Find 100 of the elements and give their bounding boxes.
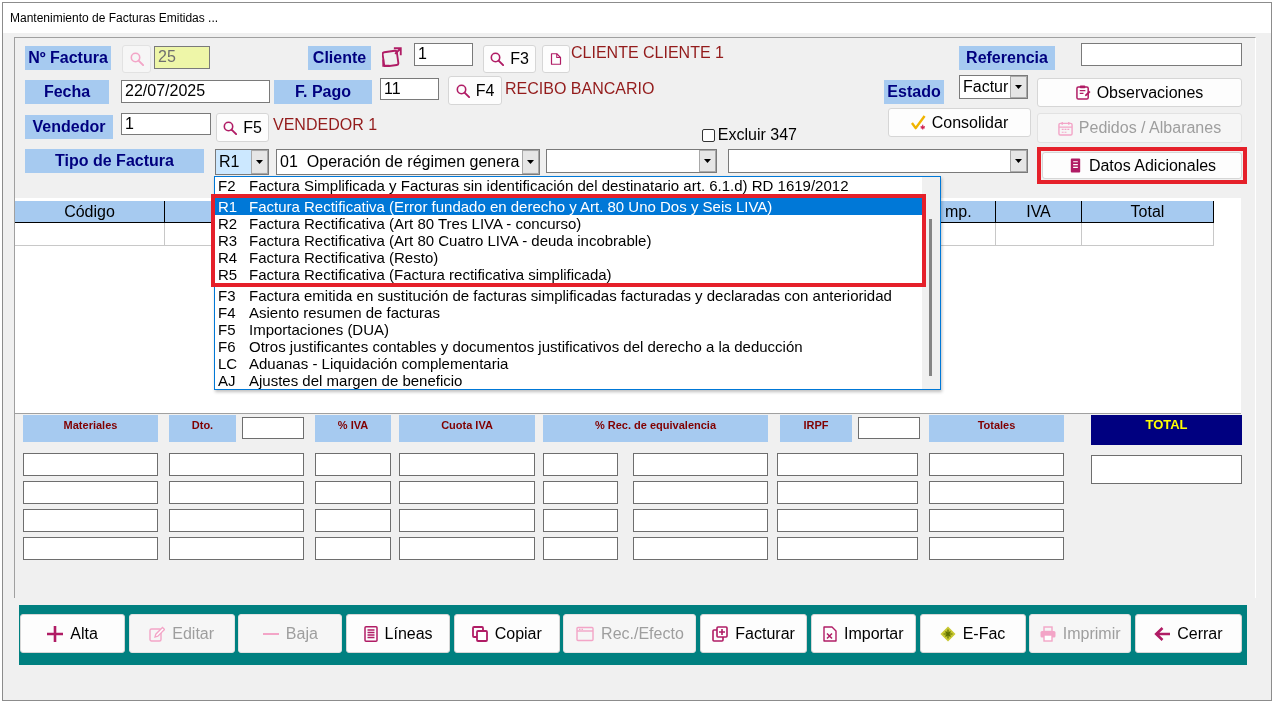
list-item[interactable]: F4 Asiento resumen de facturas [215, 304, 922, 321]
toolbar-button[interactable]: E-Fac [919, 614, 1026, 653]
action-button[interactable]: Observaciones [1037, 78, 1242, 107]
list-item[interactable]: R3 Factura Rectificativa (Art 80 Cuatro LIVA - deuda incobrable) [215, 232, 922, 249]
input-field[interactable] [399, 537, 535, 560]
search-icon [223, 120, 238, 135]
action-button[interactable]: Datos Adicionales [1042, 152, 1242, 179]
toolbar-button[interactable]: Facturar [700, 614, 808, 653]
toolbar-button[interactable]: Líneas [346, 614, 451, 653]
totals-label: % Rec. de equivalencia [543, 415, 768, 442]
scroll-thumb[interactable] [929, 219, 932, 376]
list-item[interactable]: R4 Factura Rectificativa (Resto) [215, 249, 922, 266]
input-field[interactable] [23, 453, 158, 476]
input-field[interactable] [543, 481, 618, 504]
field-label: F. Pago [274, 80, 372, 104]
checkbox[interactable] [702, 128, 715, 142]
toolbar-button[interactable]: Importar [810, 614, 916, 653]
input-field[interactable] [633, 509, 768, 532]
input-field[interactable] [315, 509, 391, 532]
list-item[interactable]: LC Aduanas - Liquidación complementaria [215, 355, 922, 372]
column-header: IVA [996, 201, 1082, 223]
caret-icon [251, 150, 268, 174]
check-icon [910, 115, 926, 130]
field-label: Fecha [25, 80, 109, 104]
input-field[interactable] [777, 509, 918, 532]
field-label: Tipo de Factura [25, 149, 204, 173]
input-field[interactable] [1081, 43, 1242, 66]
search-button[interactable]: F5 [216, 113, 269, 142]
input-field[interactable]: 25 [154, 46, 210, 69]
input-field[interactable] [169, 537, 304, 560]
payment-name: RECIBO BANCARIO [505, 80, 655, 98]
list-item[interactable]: AJ Ajustes del margen de beneficio [215, 372, 922, 389]
input-field[interactable]: 11 [380, 78, 439, 100]
input-field[interactable] [23, 481, 158, 504]
total-field[interactable] [1091, 455, 1242, 484]
search-button[interactable]: F4 [448, 76, 502, 105]
input-field[interactable] [543, 453, 618, 476]
input-field[interactable] [929, 481, 1064, 504]
input-field[interactable] [315, 481, 391, 504]
input-field[interactable] [858, 417, 920, 439]
search-icon [455, 83, 470, 98]
list-item[interactable]: F6 Otros justificantes contables y documentos justificativos del derecho a la deducción [215, 338, 922, 355]
list-item[interactable]: F3 Factura emitida en sustitución de facturas simplificadas facturadas y declaradas con anterioridad [215, 287, 922, 304]
toolbar-button[interactable]: Alta [20, 614, 125, 653]
caret-icon [1010, 76, 1027, 98]
dropdown[interactable] [546, 149, 717, 173]
input-field[interactable]: 1 [121, 113, 211, 135]
minus-icon [262, 632, 279, 635]
copy-plus-icon [712, 625, 729, 642]
input-field[interactable] [633, 453, 768, 476]
search-icon [129, 52, 144, 66]
search-button[interactable]: F3 [483, 45, 536, 73]
input-field[interactable] [777, 453, 918, 476]
input-field[interactable] [777, 481, 918, 504]
column-header: Total [1082, 201, 1214, 223]
input-field[interactable] [169, 481, 304, 504]
input-field[interactable] [929, 453, 1064, 476]
dropdown[interactable] [728, 149, 1028, 173]
list-item[interactable]: F2 Factura Simplificada y Facturas sin identificación del destinatario art. 6.1.d) RD 1619/2012 [215, 177, 922, 194]
action-button[interactable]: Consolidar [888, 108, 1031, 137]
input-field[interactable] [169, 509, 304, 532]
input-field[interactable] [543, 537, 618, 560]
caret-icon [522, 150, 539, 174]
dropdown[interactable]: Factur [959, 75, 1028, 99]
input-field[interactable] [242, 417, 304, 439]
input-field[interactable] [399, 481, 535, 504]
input-field[interactable] [633, 537, 768, 560]
totals-label: Totales [929, 415, 1064, 442]
dropdown[interactable]: R1 [215, 149, 269, 175]
dropdown[interactable]: 01 Operación de régimen genera [276, 149, 540, 175]
input-field[interactable] [543, 509, 618, 532]
window-icon [576, 625, 595, 642]
calendar-icon [1057, 120, 1073, 136]
file-icon [550, 52, 562, 66]
list-item[interactable]: R1 Factura Rectificativa (Error fundado en derecho y Art. 80 Uno Dos y Seis LIVA) [215, 198, 922, 215]
input-field[interactable] [633, 481, 768, 504]
seller-name: VENDEDOR 1 [273, 116, 378, 134]
field-label: Cliente [308, 46, 371, 70]
input-field[interactable] [777, 537, 918, 560]
file-button[interactable] [542, 45, 570, 73]
toolbar-button[interactable]: Cerrar [1134, 614, 1242, 653]
column-header: mp. [941, 201, 996, 223]
file-x-icon [823, 625, 837, 642]
input-field[interactable] [929, 509, 1064, 532]
list-item[interactable]: R5 Factura Rectificativa (Factura rectificativa simplificada) [215, 266, 922, 283]
input-field[interactable] [399, 509, 535, 532]
input-field[interactable] [929, 537, 1064, 560]
input-field[interactable] [23, 509, 158, 532]
input-field[interactable]: 1 [414, 43, 473, 66]
input-field[interactable] [399, 453, 535, 476]
input-field[interactable]: 22/07/2025 [121, 80, 270, 103]
list-item[interactable]: F5 Importaciones (DUA) [215, 321, 922, 338]
toolbar-button[interactable]: Copiar [453, 614, 560, 653]
input-field[interactable] [315, 537, 391, 560]
input-field[interactable] [315, 453, 391, 476]
input-field[interactable] [23, 537, 158, 560]
list-icon [363, 625, 378, 642]
list-item[interactable]: R2 Factura Rectificativa (Art 80 Tres LIVA - concurso) [215, 215, 922, 232]
expand-icon[interactable] [382, 47, 402, 67]
input-field[interactable] [169, 453, 304, 476]
